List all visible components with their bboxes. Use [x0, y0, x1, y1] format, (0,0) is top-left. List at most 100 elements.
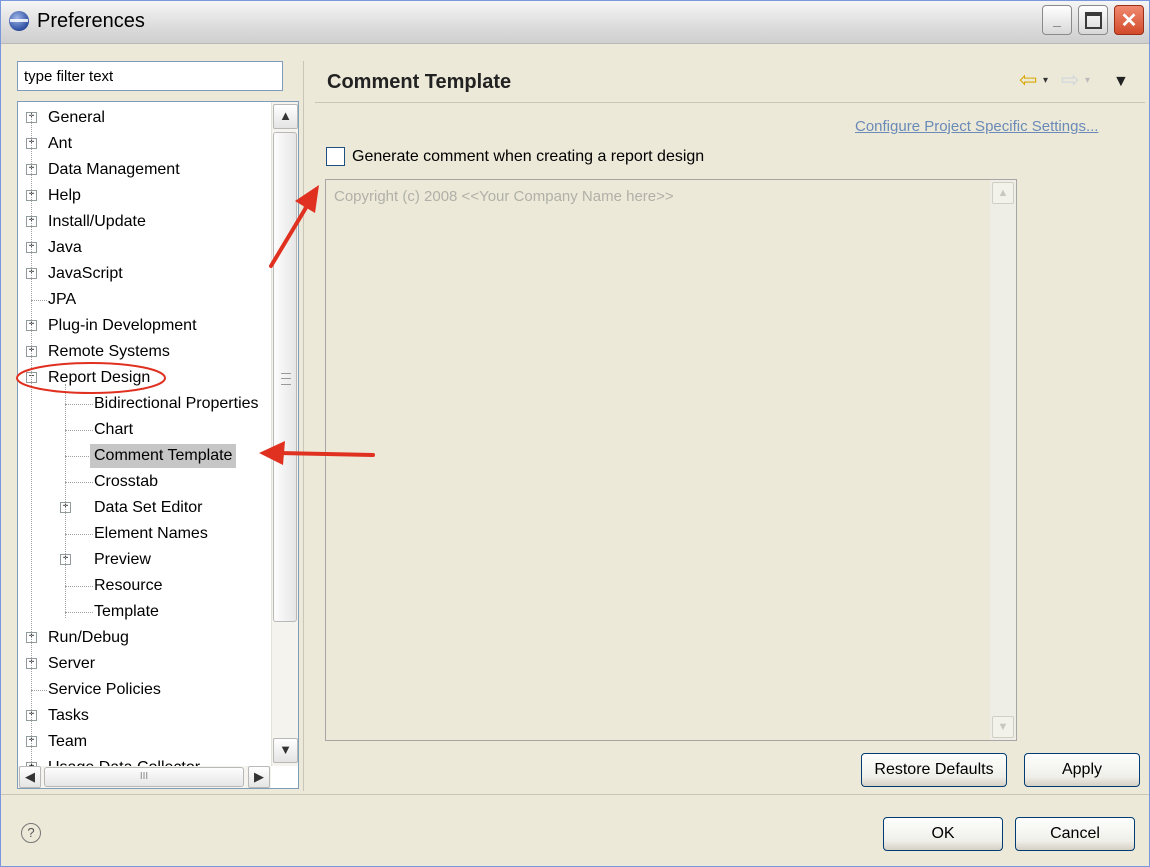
- tree-item-label: Data Set Editor: [94, 499, 203, 516]
- back-dropdown-icon[interactable]: ▾: [1043, 75, 1048, 86]
- tree-item[interactable]: Template: [26, 600, 266, 624]
- tree-item-label: Report Design: [48, 369, 151, 386]
- apply-button[interactable]: Apply: [1024, 753, 1140, 787]
- bottom-separator: [1, 794, 1149, 795]
- minimize-icon: _: [1053, 12, 1061, 28]
- tree-item-label: Crosstab: [94, 473, 159, 490]
- tree-item[interactable]: + Data Management: [26, 158, 266, 182]
- scroll-up-button[interactable]: ▲: [273, 104, 298, 129]
- tree-vertical-scrollbar[interactable]: ▲ ▼: [271, 102, 298, 766]
- tree-child-line: [65, 384, 66, 618]
- tree-item-label: Service Policies: [48, 681, 161, 698]
- cancel-button[interactable]: Cancel: [1015, 817, 1135, 851]
- forward-arrow-icon: ⇨: [1061, 67, 1080, 92]
- window-title: Preferences: [37, 10, 145, 32]
- tree-item-label: Element Names: [94, 525, 208, 542]
- title-bar[interactable]: Preferences _ ✕: [1, 1, 1149, 44]
- tree-item[interactable]: + Server: [26, 652, 266, 676]
- tree-item[interactable]: Resource: [26, 574, 266, 598]
- tree-item-label: Plug-in Development: [48, 317, 197, 334]
- scroll-down-button[interactable]: ▼: [273, 738, 298, 763]
- tree-connector: [65, 586, 93, 587]
- tree-item[interactable]: + General: [26, 106, 266, 130]
- tree-item[interactable]: Element Names: [26, 522, 266, 546]
- tree-item[interactable]: Crosstab: [26, 470, 266, 494]
- ok-button[interactable]: OK: [883, 817, 1003, 851]
- tree-item[interactable]: + Install/Update: [26, 210, 266, 234]
- tree-item[interactable]: JPA: [26, 288, 266, 312]
- tree-item-label: Team: [48, 733, 88, 750]
- tree-item-label: JavaScript: [48, 265, 123, 282]
- tree-item[interactable]: + Data Set Editor: [26, 496, 266, 520]
- tree-item[interactable]: − Report Design: [26, 366, 266, 390]
- tree-item-label: Ant: [48, 135, 73, 152]
- restore-defaults-button[interactable]: Restore Defaults: [861, 753, 1007, 787]
- tree-item-label: Comment Template: [90, 444, 237, 468]
- tree-item-label: JPA: [48, 291, 77, 308]
- help-icon[interactable]: ?: [21, 823, 41, 843]
- tree-item[interactable]: + Team: [26, 730, 266, 754]
- tree-item-label: Help: [48, 187, 81, 204]
- tree-item-label: Java: [48, 239, 82, 256]
- tree-item[interactable]: + Run/Debug: [26, 626, 266, 650]
- filter-input[interactable]: [17, 61, 283, 91]
- tree-connector: [65, 430, 93, 431]
- tree-connector: [31, 300, 47, 301]
- page-title: Comment Template: [327, 71, 512, 93]
- title-separator: [315, 102, 1145, 103]
- tree-item[interactable]: + JavaScript: [26, 262, 266, 286]
- configure-project-settings-link[interactable]: Configure Project Specific Settings...: [855, 118, 1098, 135]
- grip-icon: [281, 373, 291, 385]
- tree-item-label: Resource: [94, 577, 163, 594]
- tree-horizontal-scrollbar[interactable]: ◀ III ▶: [18, 766, 271, 788]
- tree-connector: [65, 456, 93, 457]
- tree-item[interactable]: + Plug-in Development: [26, 314, 266, 338]
- generate-comment-label[interactable]: Generate comment when creating a report …: [352, 148, 704, 166]
- tree-connector: [65, 482, 93, 483]
- tree-item-label: Chart: [94, 421, 134, 438]
- tree-item-label: General: [48, 109, 105, 126]
- tree-connector: [65, 534, 93, 535]
- scroll-right-button[interactable]: ▶: [248, 766, 270, 788]
- view-menu-icon[interactable]: ▼: [1113, 73, 1129, 91]
- tree-item-label: Bidirectional Properties: [94, 395, 259, 412]
- tree-root-line: [31, 114, 32, 764]
- tree-item[interactable]: + Remote Systems: [26, 340, 266, 364]
- textarea-scroll-up: ▲: [992, 182, 1014, 204]
- tree-item[interactable]: + Java: [26, 236, 266, 260]
- preferences-tree: + General + Ant + Data Management + Help + Instal…: [17, 101, 299, 789]
- back-arrow-icon[interactable]: ⇦: [1019, 67, 1037, 93]
- close-button[interactable]: ✕: [1114, 5, 1144, 35]
- tree-item[interactable]: + Preview: [26, 548, 266, 572]
- forward-dropdown-icon: ▾: [1085, 75, 1091, 86]
- tree-item[interactable]: Bidirectional Properties: [26, 392, 266, 416]
- tree-item-label: Server: [48, 655, 96, 672]
- maximize-button[interactable]: [1078, 5, 1108, 35]
- pane-divider[interactable]: [303, 61, 304, 791]
- tree-item-label: Tasks: [48, 707, 89, 724]
- tree-item[interactable]: + Ant: [26, 132, 266, 156]
- tree-connector: [65, 404, 93, 405]
- comment-template-textarea: Copyright (c) 2008 <<Your Company Name h…: [325, 179, 1017, 741]
- hscroll-thumb[interactable]: III: [44, 767, 244, 787]
- close-icon: ✕: [1120, 9, 1138, 32]
- tree-item-label: Preview: [94, 551, 151, 568]
- minimize-button[interactable]: _: [1042, 5, 1072, 35]
- textarea-scrollbar: ▲ ▼: [990, 180, 1016, 740]
- preferences-window: Preferences _ ✕ +General+Ant+Data Manage…: [0, 0, 1150, 867]
- textarea-scroll-down: ▼: [992, 716, 1014, 738]
- tree-item-label: Remote Systems: [48, 343, 170, 360]
- tree-item[interactable]: Service Policies: [26, 678, 266, 702]
- generate-comment-checkbox[interactable]: [326, 147, 345, 166]
- tree-item[interactable]: + Help: [26, 184, 266, 208]
- scroll-left-button[interactable]: ◀: [19, 766, 41, 788]
- tree-item-label: Install/Update: [48, 213, 146, 230]
- scroll-thumb[interactable]: [273, 132, 297, 622]
- tree-item-label: Run/Debug: [48, 629, 129, 646]
- tree-connector: [65, 612, 93, 613]
- tree-item[interactable]: Comment Template: [26, 444, 266, 468]
- tree-item[interactable]: + Tasks: [26, 704, 266, 728]
- eclipse-icon: [9, 11, 29, 31]
- tree-item[interactable]: Chart: [26, 418, 266, 442]
- template-text: Copyright (c) 2008 <<Your Company Name h…: [334, 188, 674, 205]
